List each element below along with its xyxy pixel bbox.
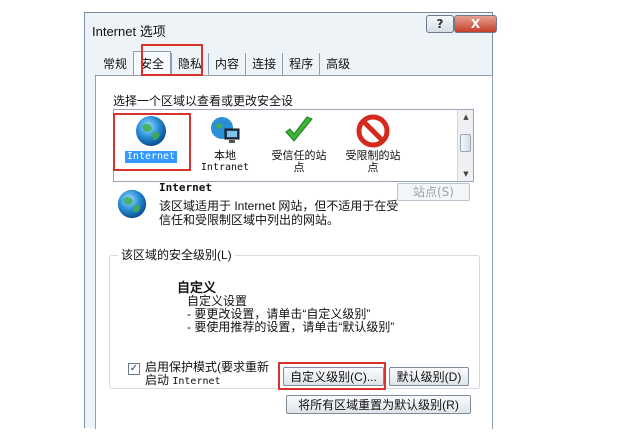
protected-mode-checkbox[interactable]: ✓ bbox=[128, 363, 140, 375]
protected-mode-line2-mono: Internet bbox=[172, 376, 221, 387]
custom-level-button[interactable]: 自定义级别(C)... bbox=[283, 367, 384, 386]
intranet-icon bbox=[211, 117, 240, 143]
zone-scrollbar[interactable]: ▲ ▼ bbox=[457, 110, 473, 181]
tab-privacy[interactable]: 隐私 bbox=[171, 53, 208, 75]
restricted-icon bbox=[356, 114, 390, 148]
scroll-thumb[interactable] bbox=[460, 134, 471, 152]
zone-label: Internet bbox=[124, 151, 178, 163]
default-level-button[interactable]: 默认级别(D) bbox=[389, 367, 469, 386]
tab-connections[interactable]: 连接 bbox=[245, 53, 282, 75]
selected-zone-description: 该区域适用于 Internet 网站，但不适用于在受信任和受限制区域中列出的网站… bbox=[159, 199, 399, 227]
selected-zone-title: Internet bbox=[159, 181, 212, 194]
tab-advanced[interactable]: 高级 bbox=[319, 53, 356, 75]
zone-sublabel: Intranet bbox=[200, 162, 250, 173]
title-bar: Internet 选项 ? X bbox=[85, 13, 497, 45]
globe-icon bbox=[136, 116, 166, 146]
security-level-legend: 该区域的安全级别(L) bbox=[118, 246, 235, 263]
help-button[interactable]: ? bbox=[426, 15, 454, 33]
close-button[interactable]: X bbox=[454, 15, 497, 33]
protected-mode-line2-prefix: 启动 bbox=[145, 373, 170, 387]
window-title: Internet 选项 bbox=[92, 24, 166, 39]
protected-mode-line2: 启动 Internet bbox=[145, 374, 269, 388]
tab-strip: 常规 安全 隐私 内容 连接 程序 高级 bbox=[99, 51, 356, 76]
zone-intranet[interactable]: 本地 Intranet bbox=[188, 114, 262, 174]
zone-restricted[interactable]: 受限制的站 点 bbox=[336, 114, 410, 174]
scroll-down-icon[interactable]: ▼ bbox=[461, 169, 471, 179]
zone-list: Internet 本地 Intranet 受信任的站 点 受限制的站 点 ▲ ▼ bbox=[113, 109, 474, 182]
zone-internet[interactable]: Internet bbox=[114, 114, 188, 163]
zone-sublabel: 点 bbox=[293, 161, 305, 174]
tab-content[interactable]: 内容 bbox=[208, 53, 245, 75]
protected-mode-label: 启用保护模式(要求重新 启动 Internet bbox=[145, 361, 269, 388]
tab-programs[interactable]: 程序 bbox=[282, 53, 319, 75]
zone-sublabel: 点 bbox=[367, 161, 379, 174]
scroll-up-icon[interactable]: ▲ bbox=[461, 112, 471, 122]
zone-label: 本地 bbox=[214, 149, 236, 162]
tab-general[interactable]: 常规 bbox=[99, 53, 133, 75]
reset-all-zones-button[interactable]: 将所有区域重置为默认级别(R) bbox=[286, 395, 471, 414]
zone-trusted[interactable]: 受信任的站 点 bbox=[262, 114, 336, 174]
tab-security[interactable]: 安全 bbox=[133, 51, 172, 76]
checkmark-icon bbox=[285, 116, 313, 142]
zone-prompt: 选择一个区域以查看或更改安全设 bbox=[113, 94, 294, 108]
security-level-description: 自定义设置 - 要更改设置，请单击“自定义级别” - 要使用推荐的设置，请单击“… bbox=[187, 295, 394, 334]
sites-button[interactable]: 站点(S) bbox=[397, 183, 470, 201]
level-desc-line: - 要使用推荐的设置，请单击“默认级别” bbox=[187, 320, 395, 334]
globe-icon bbox=[117, 189, 147, 219]
